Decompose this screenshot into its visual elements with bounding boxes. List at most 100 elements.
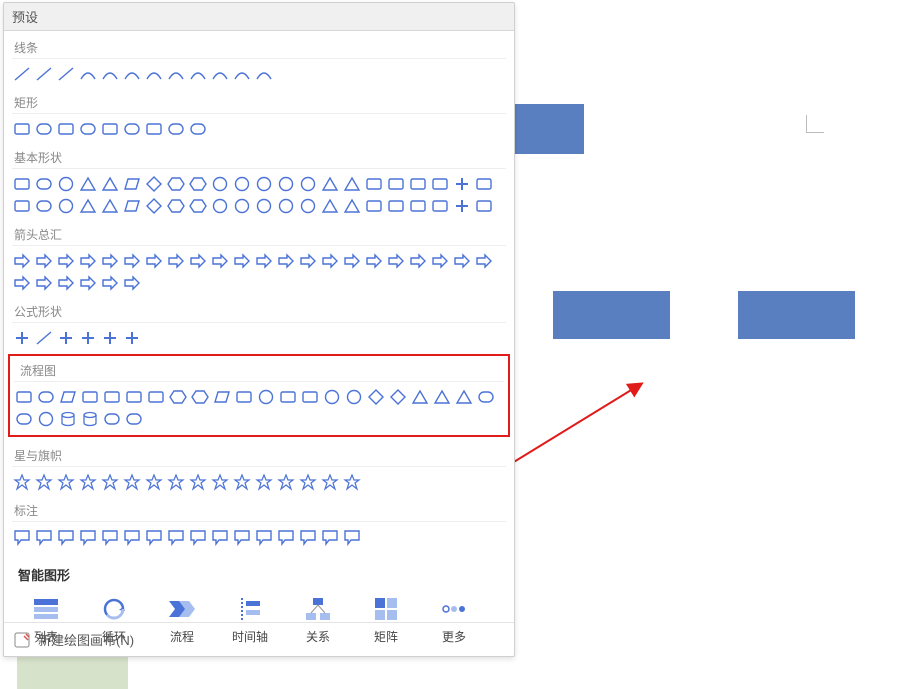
shape-callouts-13[interactable] — [298, 527, 318, 547]
shape-flow-13[interactable] — [300, 387, 320, 407]
shape-stars-5[interactable] — [122, 472, 142, 492]
shape-basic-24[interactable] — [56, 196, 76, 216]
shape-arrows-15[interactable] — [342, 251, 362, 271]
shape-basic-3[interactable] — [78, 174, 98, 194]
shape-basic-2[interactable] — [56, 174, 76, 194]
shape-flow-2[interactable] — [58, 387, 78, 407]
shape-lines-5[interactable] — [122, 64, 142, 84]
shape-flow-27[interactable] — [124, 409, 144, 429]
shape-rects-6[interactable] — [144, 119, 164, 139]
shape-arrows-16[interactable] — [364, 251, 384, 271]
shape-arrows-23[interactable] — [34, 273, 54, 293]
shape-basic-5[interactable] — [122, 174, 142, 194]
shape-basic-38[interactable] — [364, 196, 384, 216]
shape-rects-8[interactable] — [188, 119, 208, 139]
shape-equation-2[interactable] — [56, 328, 76, 348]
shape-callouts-4[interactable] — [100, 527, 120, 547]
shape-basic-25[interactable] — [78, 196, 98, 216]
shape-callouts-11[interactable] — [254, 527, 274, 547]
shape-rects-1[interactable] — [34, 119, 54, 139]
shape-basic-39[interactable] — [386, 196, 406, 216]
shape-arrows-14[interactable] — [320, 251, 340, 271]
shape-arrows-10[interactable] — [232, 251, 252, 271]
shape-callouts-15[interactable] — [342, 527, 362, 547]
shape-equation-4[interactable] — [100, 328, 120, 348]
shape-basic-42[interactable] — [452, 196, 472, 216]
shape-callouts-8[interactable] — [188, 527, 208, 547]
shape-stars-1[interactable] — [34, 472, 54, 492]
shape-flow-21[interactable] — [476, 387, 496, 407]
shape-basic-36[interactable] — [320, 196, 340, 216]
shape-lines-10[interactable] — [232, 64, 252, 84]
shape-flow-14[interactable] — [322, 387, 342, 407]
shape-flow-6[interactable] — [146, 387, 166, 407]
shape-basic-18[interactable] — [408, 174, 428, 194]
shape-stars-8[interactable] — [188, 472, 208, 492]
shape-arrows-11[interactable] — [254, 251, 274, 271]
shape-flow-11[interactable] — [256, 387, 276, 407]
shape-stars-12[interactable] — [276, 472, 296, 492]
shape-basic-4[interactable] — [100, 174, 120, 194]
shape-stars-13[interactable] — [298, 472, 318, 492]
shape-callouts-14[interactable] — [320, 527, 340, 547]
shape-basic-13[interactable] — [298, 174, 318, 194]
shape-arrows-27[interactable] — [122, 273, 142, 293]
shape-arrows-21[interactable] — [474, 251, 494, 271]
shape-basic-7[interactable] — [166, 174, 186, 194]
shape-arrows-0[interactable] — [12, 251, 32, 271]
shape-flow-0[interactable] — [14, 387, 34, 407]
shape-basic-1[interactable] — [34, 174, 54, 194]
shape-flow-4[interactable] — [102, 387, 122, 407]
shape-callouts-9[interactable] — [210, 527, 230, 547]
shape-arrows-19[interactable] — [430, 251, 450, 271]
shape-stars-6[interactable] — [144, 472, 164, 492]
shape-stars-2[interactable] — [56, 472, 76, 492]
shape-lines-4[interactable] — [100, 64, 120, 84]
shape-arrows-1[interactable] — [34, 251, 54, 271]
shape-callouts-3[interactable] — [78, 527, 98, 547]
shape-arrows-13[interactable] — [298, 251, 318, 271]
shape-flow-15[interactable] — [344, 387, 364, 407]
shape-arrows-24[interactable] — [56, 273, 76, 293]
canvas-rectangle-left[interactable] — [553, 291, 670, 339]
shape-rects-3[interactable] — [78, 119, 98, 139]
shape-equation-1[interactable] — [34, 328, 54, 348]
shape-callouts-7[interactable] — [166, 527, 186, 547]
shape-arrows-25[interactable] — [78, 273, 98, 293]
shape-arrows-9[interactable] — [210, 251, 230, 271]
shape-arrows-6[interactable] — [144, 251, 164, 271]
shape-basic-43[interactable] — [474, 196, 494, 216]
shape-rects-4[interactable] — [100, 119, 120, 139]
shape-arrows-18[interactable] — [408, 251, 428, 271]
shape-basic-0[interactable] — [12, 174, 32, 194]
shape-lines-8[interactable] — [188, 64, 208, 84]
shape-arrows-20[interactable] — [452, 251, 472, 271]
shape-arrows-2[interactable] — [56, 251, 76, 271]
shape-basic-16[interactable] — [364, 174, 384, 194]
shape-lines-7[interactable] — [166, 64, 186, 84]
shape-arrows-3[interactable] — [78, 251, 98, 271]
shape-flow-16[interactable] — [366, 387, 386, 407]
shape-equation-3[interactable] — [78, 328, 98, 348]
shape-basic-37[interactable] — [342, 196, 362, 216]
shape-basic-15[interactable] — [342, 174, 362, 194]
shape-flow-18[interactable] — [410, 387, 430, 407]
shape-stars-14[interactable] — [320, 472, 340, 492]
shape-flow-5[interactable] — [124, 387, 144, 407]
shape-rects-0[interactable] — [12, 119, 32, 139]
shape-basic-12[interactable] — [276, 174, 296, 194]
shape-flow-8[interactable] — [190, 387, 210, 407]
shape-basic-40[interactable] — [408, 196, 428, 216]
shape-basic-6[interactable] — [144, 174, 164, 194]
shape-arrows-26[interactable] — [100, 273, 120, 293]
shape-flow-10[interactable] — [234, 387, 254, 407]
shape-stars-0[interactable] — [12, 472, 32, 492]
shape-flow-20[interactable] — [454, 387, 474, 407]
shape-rects-2[interactable] — [56, 119, 76, 139]
shape-callouts-6[interactable] — [144, 527, 164, 547]
shape-flow-22[interactable] — [14, 409, 34, 429]
shape-flow-9[interactable] — [212, 387, 232, 407]
shape-stars-3[interactable] — [78, 472, 98, 492]
shape-callouts-0[interactable] — [12, 527, 32, 547]
shape-stars-10[interactable] — [232, 472, 252, 492]
